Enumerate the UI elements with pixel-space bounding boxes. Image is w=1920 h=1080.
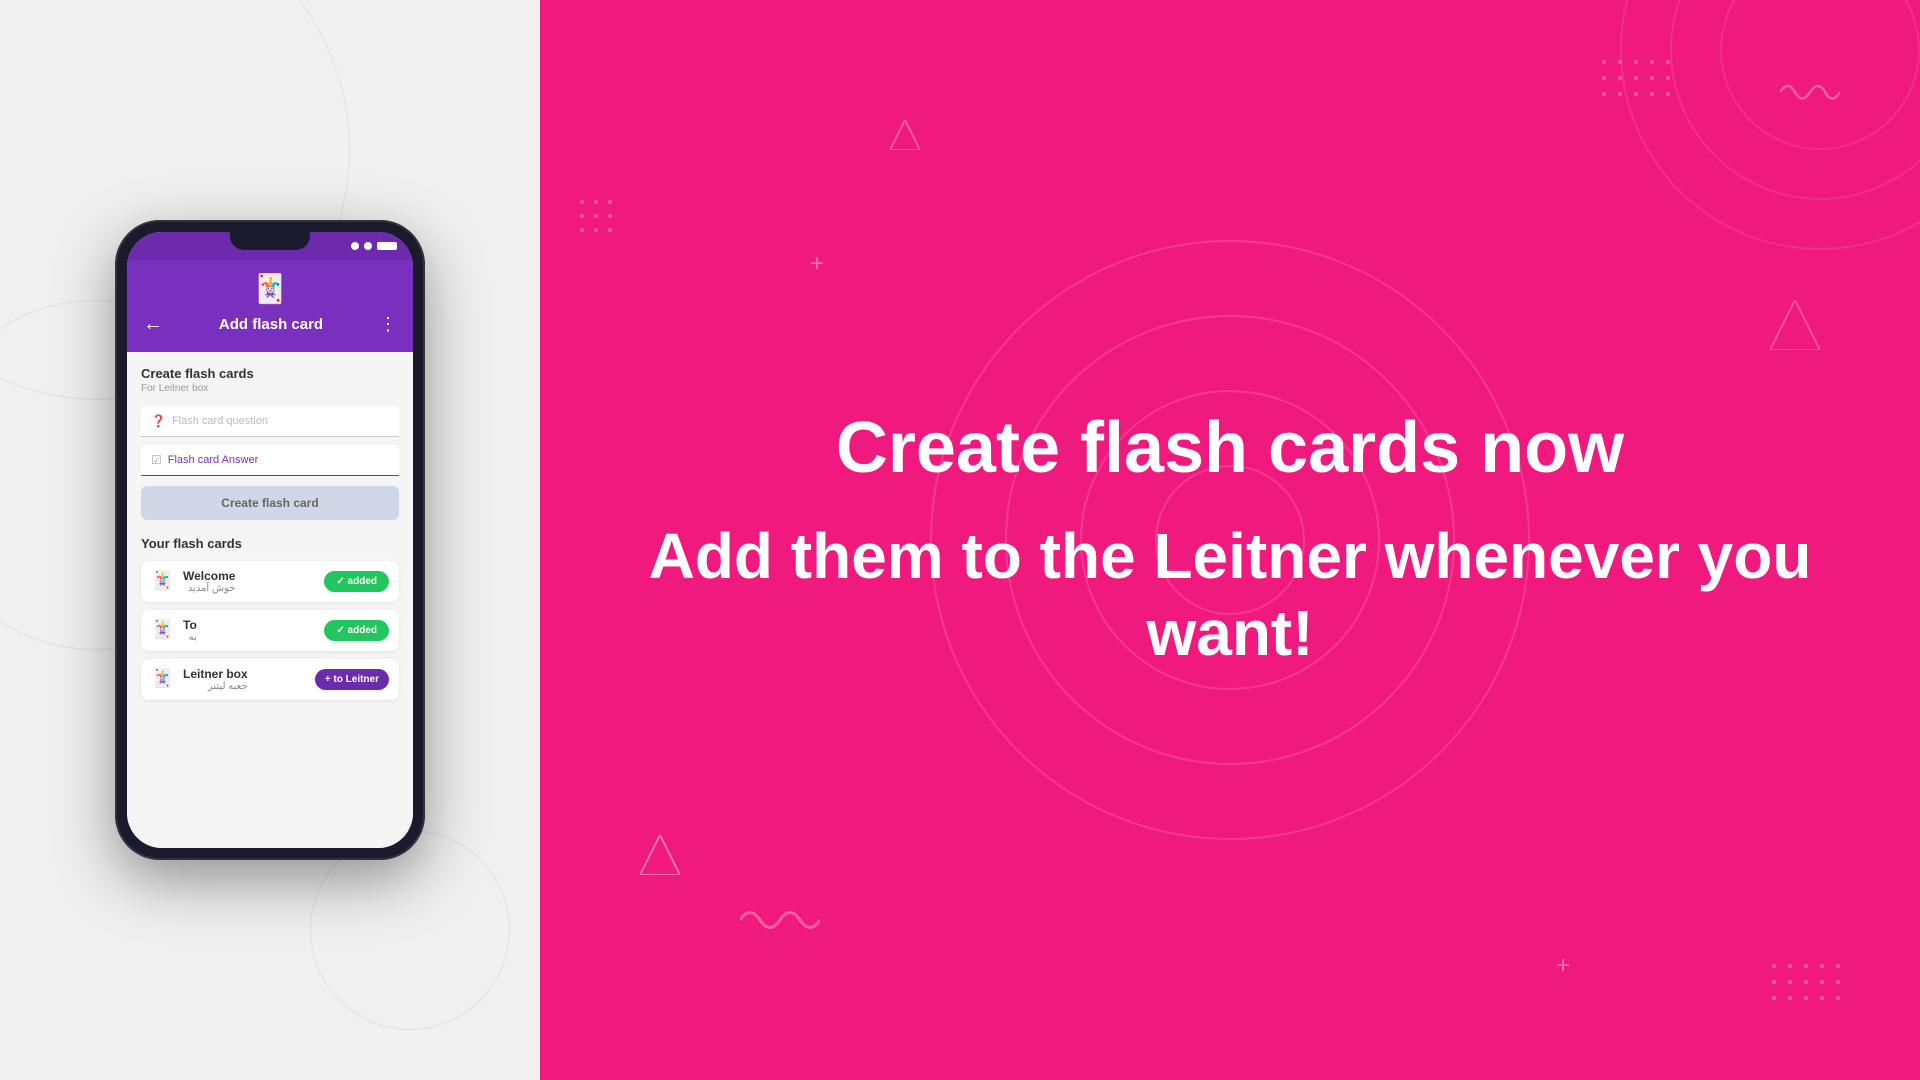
main-heading: Create flash cards now bbox=[580, 409, 1880, 488]
sub-heading: Add them to the Leitner whenever you wan… bbox=[580, 518, 1880, 672]
dots-grid-top bbox=[1602, 60, 1670, 96]
answer-input[interactable]: ☑ Flash card Answer bbox=[141, 445, 399, 476]
app-title: Add flash card bbox=[219, 316, 323, 333]
triangle-deco-top bbox=[890, 120, 920, 155]
create-flashcard-button[interactable]: Create flash card bbox=[141, 486, 399, 520]
card-icon: 🃏 bbox=[151, 668, 175, 692]
plus-deco: + bbox=[810, 250, 824, 278]
card-icon: 🃏 bbox=[151, 619, 175, 643]
create-section-title: Create flash cards bbox=[141, 366, 399, 381]
card-translation: خوش آمدید bbox=[183, 583, 235, 594]
card-icon: 🃏 bbox=[151, 570, 175, 594]
right-panel-text: Create flash cards now Add them to the L… bbox=[540, 369, 1920, 712]
back-button[interactable]: ← bbox=[143, 313, 163, 336]
app-nav: ← Add flash card ⋮ bbox=[143, 313, 397, 336]
left-panel: 🃏 ← Add flash card ⋮ Create flash cards … bbox=[0, 0, 540, 1080]
leitner-badge[interactable]: + to Leitner bbox=[315, 669, 389, 690]
question-placeholder: Flash card question bbox=[172, 415, 268, 427]
card-text: Welcome خوش آمدید bbox=[183, 569, 235, 594]
flash-card-item: 🃏 To به ✓ added bbox=[141, 610, 399, 651]
create-section: Create flash cards For Leitner box ❓ Fla… bbox=[141, 366, 399, 520]
added-badge: ✓ added bbox=[324, 571, 389, 592]
question-icon: ❓ bbox=[151, 414, 166, 428]
your-cards-title: Your flash cards bbox=[141, 536, 399, 551]
app-content: Create flash cards For Leitner box ❓ Fla… bbox=[127, 352, 413, 848]
your-cards-section: Your flash cards 🃏 Welcome خوش آمدید ✓ a… bbox=[141, 536, 399, 700]
card-translation: جعبه لیتنر bbox=[183, 681, 248, 692]
status-icons bbox=[351, 242, 397, 250]
plus-deco2: + bbox=[1556, 952, 1570, 980]
card-text: To به bbox=[183, 618, 197, 643]
flash-card-item: 🃏 Leitner box جعبه لیتنر + to Leitner bbox=[141, 659, 399, 700]
right-panel: + + Create flash cards now Add them to t… bbox=[540, 0, 1920, 1080]
phone-mockup: 🃏 ← Add flash card ⋮ Create flash cards … bbox=[115, 220, 425, 860]
card-word: Welcome bbox=[183, 569, 235, 583]
more-button[interactable]: ⋮ bbox=[379, 314, 397, 335]
squiggle-bottom bbox=[740, 905, 820, 940]
card-word: Leitner box bbox=[183, 667, 248, 681]
answer-icon: ☑ bbox=[151, 453, 162, 467]
triangle-deco-left bbox=[640, 835, 680, 880]
phone-notch bbox=[230, 232, 310, 250]
card-left: 🃏 To به bbox=[151, 618, 197, 643]
card-word: To bbox=[183, 618, 197, 632]
create-section-subtitle: For Leitner box bbox=[141, 383, 399, 394]
card-text: Leitner box جعبه لیتنر bbox=[183, 667, 248, 692]
dots-grid-left bbox=[580, 200, 612, 232]
app-header: 🃏 ← Add flash card ⋮ bbox=[127, 260, 413, 352]
card-translation: به bbox=[183, 632, 197, 643]
squiggle-top bbox=[1780, 80, 1840, 110]
answer-placeholder: Flash card Answer bbox=[168, 454, 258, 466]
question-input[interactable]: ❓ Flash card question bbox=[141, 406, 399, 437]
flash-card-item: 🃏 Welcome خوش آمدید ✓ added bbox=[141, 561, 399, 602]
card-left: 🃏 Leitner box جعبه لیتنر bbox=[151, 667, 248, 692]
added-badge: ✓ added bbox=[324, 620, 389, 641]
dots-grid-bottom bbox=[1772, 964, 1840, 1000]
app-logo-icon: 🃏 bbox=[253, 272, 288, 305]
phone-status-bar bbox=[127, 232, 413, 260]
card-left: 🃏 Welcome خوش آمدید bbox=[151, 569, 235, 594]
triangle-deco-right bbox=[1770, 300, 1820, 355]
